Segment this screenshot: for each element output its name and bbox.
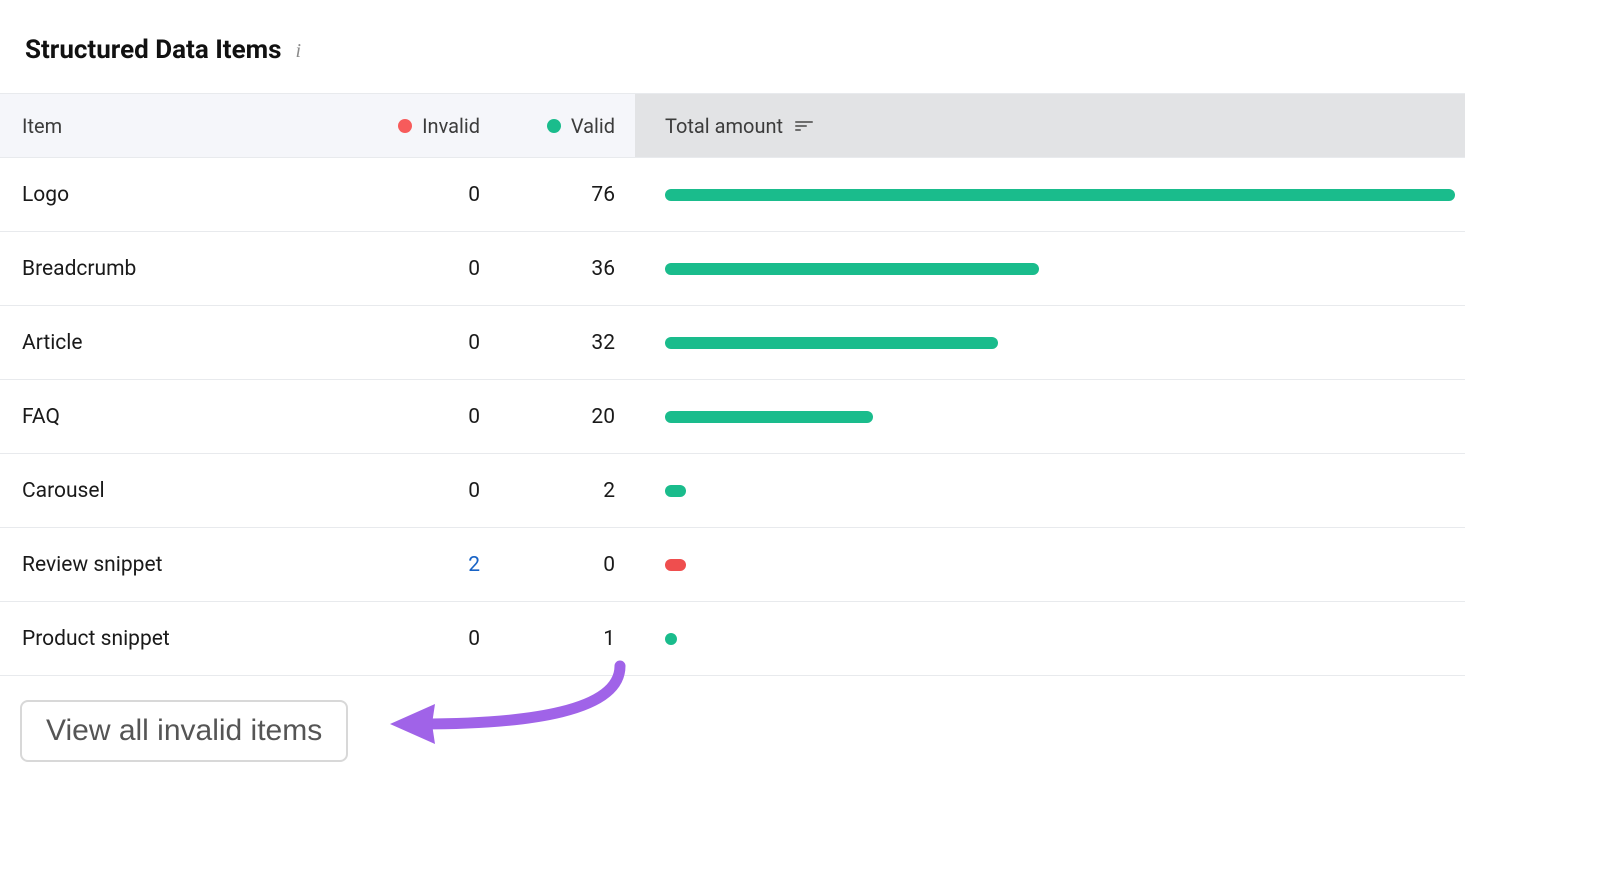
- row-invalid-value: 0: [360, 331, 480, 355]
- row-valid-value: 36: [480, 257, 635, 281]
- bar-valid-segment: [665, 633, 677, 645]
- row-invalid-value: 0: [360, 183, 480, 207]
- table-row[interactable]: Logo076: [0, 158, 1465, 232]
- table-row[interactable]: FAQ020: [0, 380, 1465, 454]
- table-row[interactable]: Carousel02: [0, 454, 1465, 528]
- bar-invalid-segment: [665, 559, 686, 571]
- bar-valid-segment: [665, 263, 1039, 275]
- info-icon[interactable]: i: [296, 41, 302, 61]
- invalid-dot-icon: [398, 119, 412, 133]
- header-valid[interactable]: Valid: [480, 94, 635, 157]
- table-row[interactable]: Review snippet20: [0, 528, 1465, 602]
- table-row[interactable]: Article032: [0, 306, 1465, 380]
- row-valid-value: 32: [480, 331, 635, 355]
- row-total-bar: [635, 411, 1465, 423]
- row-total-bar: [635, 337, 1465, 349]
- section-title-wrap: Structured Data Items i: [0, 35, 1465, 93]
- header-valid-label: Valid: [571, 114, 615, 138]
- row-valid-value: 2: [480, 479, 635, 503]
- row-item-name: FAQ: [0, 405, 360, 429]
- bar-valid-segment: [665, 485, 686, 497]
- row-valid-value: 76: [480, 183, 635, 207]
- header-total-label: Total amount: [665, 114, 783, 138]
- row-item-name: Logo: [0, 183, 360, 207]
- valid-dot-icon: [547, 119, 561, 133]
- row-total-bar: [635, 263, 1465, 275]
- row-total-bar: [635, 189, 1465, 201]
- row-total-bar: [635, 633, 1465, 645]
- header-invalid[interactable]: Invalid: [360, 94, 480, 157]
- sort-desc-icon[interactable]: [795, 121, 813, 131]
- row-item-name: Breadcrumb: [0, 257, 360, 281]
- structured-data-table: Item Invalid Valid Total amount: [0, 93, 1465, 676]
- row-total-bar: [635, 559, 1465, 571]
- bar-valid-segment: [665, 337, 998, 349]
- header-invalid-label: Invalid: [422, 114, 480, 138]
- row-valid-value: 0: [480, 553, 635, 577]
- row-item-name: Review snippet: [0, 553, 360, 577]
- row-invalid-value: 0: [360, 257, 480, 281]
- table-header: Item Invalid Valid Total amount: [0, 94, 1465, 158]
- header-item-label: Item: [22, 114, 62, 138]
- header-total[interactable]: Total amount: [635, 94, 1465, 157]
- view-all-invalid-button[interactable]: View all invalid items: [20, 700, 348, 762]
- row-invalid-value[interactable]: 2: [360, 553, 480, 577]
- row-invalid-value: 0: [360, 627, 480, 651]
- table-row[interactable]: Breadcrumb036: [0, 232, 1465, 306]
- row-invalid-value: 0: [360, 479, 480, 503]
- table-row[interactable]: Product snippet01: [0, 602, 1465, 676]
- row-item-name: Product snippet: [0, 627, 360, 651]
- row-item-name: Article: [0, 331, 360, 355]
- row-total-bar: [635, 485, 1465, 497]
- row-valid-value: 20: [480, 405, 635, 429]
- table-footer: View all invalid items: [0, 676, 1465, 762]
- bar-valid-segment: [665, 189, 1455, 201]
- row-valid-value: 1: [480, 627, 635, 651]
- header-item[interactable]: Item: [0, 94, 360, 157]
- row-invalid-value: 0: [360, 405, 480, 429]
- section-title: Structured Data Items: [25, 35, 282, 65]
- row-item-name: Carousel: [0, 479, 360, 503]
- bar-valid-segment: [665, 411, 873, 423]
